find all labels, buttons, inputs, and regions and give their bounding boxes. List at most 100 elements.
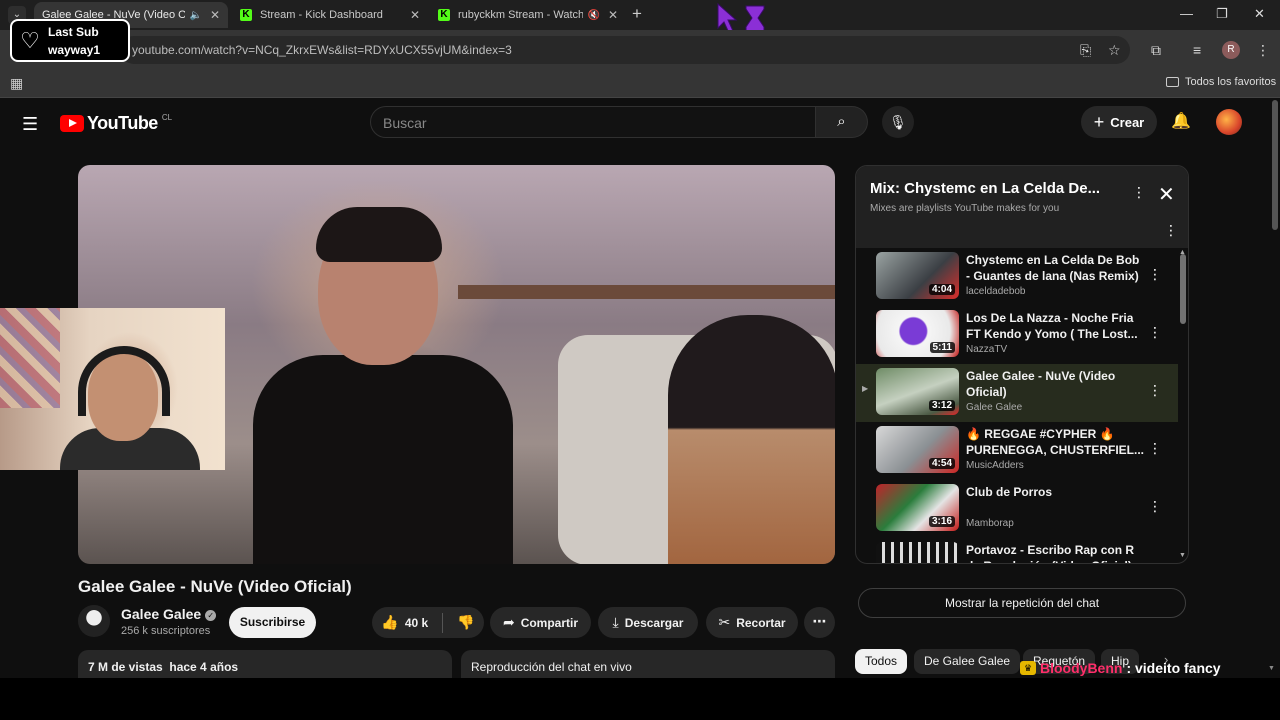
install-app-icon[interactable]: ⎘: [1080, 42, 1091, 59]
voice-search-button[interactable]: 🎙: [882, 106, 914, 138]
like-count[interactable]: 40 k: [405, 616, 428, 630]
live-chat-replay-label: Reproducción del chat en vivo: [471, 660, 632, 674]
profile-avatar[interactable]: R: [1222, 41, 1240, 59]
duration-badge: 4:54: [928, 458, 955, 469]
youtube-page: ☰ YouTube CL ⌕ 🎙 + Crear 🔔 Galee Galee -…: [0, 98, 1280, 678]
muted-speaker-icon[interactable]: 🔇: [587, 10, 599, 21]
playlist-menu-icon[interactable]: ⋮: [1132, 184, 1146, 201]
video-thumbnail[interactable]: 4:04: [876, 252, 959, 299]
notifications-bell-icon[interactable]: 🔔: [1171, 111, 1191, 131]
close-window-icon[interactable]: ✕: [1254, 6, 1265, 22]
url-text[interactable]: youtube.com/watch?v=NCq_ZkrxEWs&list=RDY…: [132, 43, 512, 57]
search-button[interactable]: ⌕: [816, 106, 868, 138]
tab-kick-stream[interactable]: K rubyckkm Stream - Watch L 🔇 ✕: [430, 2, 626, 28]
playlist-item[interactable]: 3:16 Club de Porros Mamborap ⋮: [856, 480, 1178, 538]
item-menu-icon[interactable]: ⋮: [1148, 382, 1162, 399]
page-scroll-down-icon[interactable]: ▼: [1268, 665, 1275, 672]
video-frame-shelf: [458, 285, 835, 299]
minimize-icon[interactable]: —: [1180, 6, 1193, 21]
webcam-overlay: [0, 308, 225, 470]
item-menu-icon[interactable]: ⋮: [1148, 324, 1162, 341]
video-thumbnail[interactable]: 4:54: [876, 426, 959, 473]
tab-title: Stream - Kick Dashboard: [260, 9, 383, 21]
search-box[interactable]: [370, 106, 816, 138]
youtube-play-icon: [60, 115, 84, 132]
tab-kick-dashboard[interactable]: K Stream - Kick Dashboard ✕: [232, 2, 428, 28]
playlist-item[interactable]: 4:54 🔥 REGGAE #CYPHER 🔥 PURENEGGA, CHUST…: [856, 422, 1178, 480]
download-button[interactable]: ⤓ Descargar: [598, 607, 698, 638]
video-thumbnail[interactable]: [876, 542, 959, 563]
extensions-icon[interactable]: ⧉: [1151, 42, 1161, 59]
playlist-scrollbar[interactable]: [1180, 254, 1186, 324]
youtube-logo[interactable]: YouTube CL: [60, 113, 172, 134]
close-tab-icon[interactable]: ✕: [410, 8, 420, 22]
dislike-icon[interactable]: 👎: [457, 614, 474, 631]
address-bar[interactable]: youtube.com/watch?v=NCq_ZkrxEWs&list=RDY…: [120, 36, 1130, 64]
microphone-icon: 🎙: [889, 114, 907, 130]
share-button[interactable]: ➦ Compartir: [490, 607, 591, 638]
speaker-icon[interactable]: 🔈: [189, 10, 201, 21]
menu-icon[interactable]: ☰: [22, 114, 38, 135]
live-chat-replay-box[interactable]: Reproducción del chat en vivo: [461, 650, 835, 678]
duration-badge: 4:04: [928, 284, 955, 295]
all-bookmarks-button[interactable]: Todos los favoritos: [1166, 76, 1276, 88]
scroll-down-arrow-icon[interactable]: ▼: [1179, 552, 1186, 559]
playlist-item-title: Chystemc en La Celda De Bob - Guantes de…: [966, 253, 1140, 283]
clip-button[interactable]: ✂ Recortar: [706, 607, 798, 638]
plus-icon: +: [1093, 111, 1105, 132]
video-thumbnail[interactable]: 3:16: [876, 484, 959, 531]
close-playlist-icon[interactable]: ✕: [1158, 182, 1175, 207]
close-tab-icon[interactable]: ✕: [608, 8, 618, 22]
webcam-posters: [0, 308, 60, 408]
chat-username: BloodyBenn: [1040, 660, 1123, 676]
account-avatar[interactable]: [1216, 109, 1242, 135]
bookmark-star-icon[interactable]: ☆: [1108, 42, 1121, 59]
close-tab-icon[interactable]: ✕: [210, 8, 220, 22]
upload-age: hace 4 años: [169, 660, 239, 674]
playlist-title[interactable]: Mix: Chystemc en La Celda De...: [870, 180, 1100, 197]
new-tab-button[interactable]: +: [632, 4, 642, 24]
playlist-options-icon[interactable]: ⋮: [1164, 222, 1178, 239]
media-controls-icon[interactable]: ≡: [1193, 42, 1201, 58]
more-actions-button[interactable]: ⋯: [804, 607, 835, 638]
description-box[interactable]: 7 M de vistas hace 4 años: [78, 650, 452, 678]
tab-strip: ⌄ Galee Galee - NuVe (Video O 🔈 ✕ K Stre…: [0, 0, 1280, 112]
search-input[interactable]: [383, 115, 783, 131]
playlist-item-title: 🔥 REGGAE #CYPHER 🔥 PURENEGGA, CHUSTERFIE…: [966, 427, 1145, 457]
playlist-item[interactable]: Portavoz - Escribo Rap con R de Revoluci…: [856, 538, 1178, 563]
page-scrollbar[interactable]: [1272, 100, 1278, 230]
channel-name-text: Galee Galee: [121, 606, 202, 622]
headphones-icon: [78, 346, 170, 416]
download-label: Descargar: [624, 615, 684, 630]
item-menu-icon[interactable]: ⋮: [1148, 266, 1162, 283]
playlist-item[interactable]: 5:11 Los De La Nazza - Noche Fria FT Ken…: [856, 306, 1178, 364]
show-chat-replay-button[interactable]: Mostrar la repetición del chat: [858, 588, 1186, 618]
playlist-item[interactable]: 4:04 Chystemc en La Celda De Bob - Guant…: [856, 248, 1178, 306]
playlist-item-current[interactable]: ▶ 3:12 Galee Galee - NuVe (Video Oficial…: [856, 364, 1178, 422]
playlist-item-channel: Galee Galee: [966, 402, 1023, 413]
item-menu-icon[interactable]: ⋮: [1148, 498, 1162, 515]
like-icon[interactable]: 👍: [381, 614, 398, 631]
maximize-icon[interactable]: ❐: [1216, 6, 1228, 22]
item-menu-icon[interactable]: ⋮: [1148, 440, 1162, 457]
heart-icon: ♡: [20, 27, 40, 53]
more-horizontal-icon: ⋯: [812, 613, 827, 629]
channel-avatar[interactable]: [78, 605, 110, 637]
playlist-item-title: Los De La Nazza - Noche Fria FT Kendo y …: [966, 311, 1138, 341]
duration-badge: 3:16: [928, 516, 955, 527]
video-thumbnail[interactable]: 3:12: [876, 368, 959, 415]
video-thumbnail[interactable]: 5:11: [876, 310, 959, 357]
like-dislike-group: 👍 40 k 👎: [372, 607, 484, 638]
create-button[interactable]: + Crear: [1081, 106, 1157, 138]
playlist-item-channel: NazzaTV: [966, 344, 1008, 355]
video-frame-man-body: [253, 355, 513, 564]
tab-title: rubyckkm Stream - Watch L: [458, 9, 584, 21]
subscriber-badge-icon: ♛: [1020, 661, 1036, 675]
apps-grid-icon[interactable]: ▦: [10, 75, 23, 92]
channel-name[interactable]: Galee Galee ✓: [121, 606, 217, 622]
chip-from-channel[interactable]: De Galee Galee: [914, 649, 1021, 674]
chrome-menu-icon[interactable]: ⋮: [1256, 42, 1270, 59]
kick-favicon-icon: K: [438, 9, 450, 21]
subscribe-button[interactable]: Suscribirse: [229, 607, 316, 638]
chip-all[interactable]: Todos: [855, 649, 908, 674]
